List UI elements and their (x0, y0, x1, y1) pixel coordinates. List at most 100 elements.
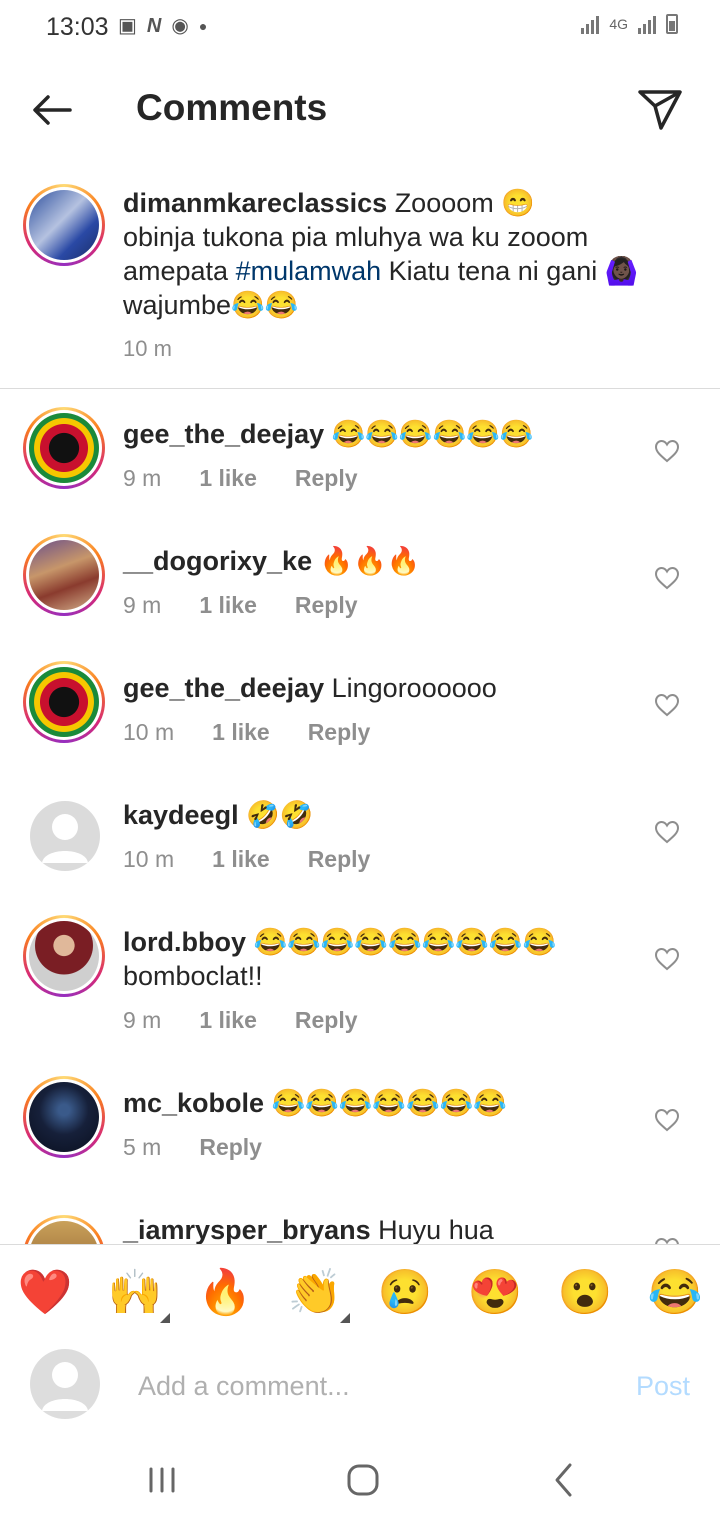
avatar[interactable] (29, 540, 99, 610)
like-count[interactable]: 1 like (199, 592, 257, 619)
comment-meta: 5 m Reply (123, 1134, 262, 1161)
heart-icon[interactable] (654, 566, 680, 590)
system-icons: 4G (581, 14, 678, 34)
comment-username[interactable]: lord.bboy (123, 927, 246, 957)
home-icon[interactable] (338, 1455, 388, 1505)
comment-avatar-ring (23, 534, 105, 616)
comment-avatar-ring (23, 915, 105, 997)
comment-item: __dogorixy_ke 🔥🔥🔥 9 m 1 like Reply (0, 534, 720, 634)
comment-input[interactable] (136, 1365, 600, 1407)
like-count[interactable]: 1 like (212, 719, 270, 746)
comment-meta: 9 m 1 like Reply (123, 1007, 358, 1034)
comment-meta: 9 m 1 like Reply (123, 592, 358, 619)
crying-emoji-button[interactable]: 😢 (377, 1265, 433, 1321)
heart-icon[interactable] (654, 947, 680, 971)
comment-item: gee_the_deejay Lingoroooooo 10 m 1 like … (0, 661, 720, 761)
comment-time: 10 m (123, 846, 175, 872)
comment-body: 🔥🔥🔥 (312, 546, 421, 576)
avatar[interactable] (29, 1082, 99, 1152)
heart-emoji-button[interactable]: ❤️ (17, 1265, 73, 1321)
avatar[interactable] (30, 801, 100, 871)
comment-time: 9 m (123, 465, 162, 491)
status-time: 13:03 (46, 13, 109, 41)
comment-composer: Post (0, 1335, 720, 1435)
comment-username[interactable]: gee_the_deejay (123, 673, 324, 703)
post-caption: dimanmkareclassics Zoooom 😁 obinja tukon… (0, 178, 720, 389)
heart-icon[interactable] (654, 820, 680, 844)
netflix-icon: N (146, 15, 162, 37)
skin-tone-indicator-icon (160, 1313, 170, 1323)
top-bar: Comments (0, 70, 720, 150)
reply-button[interactable]: Reply (295, 465, 358, 492)
comment-body: Lingoroooooo (324, 673, 497, 703)
laughing-emoji-button[interactable]: 😂 (647, 1265, 703, 1321)
like-count[interactable]: 1 like (212, 846, 270, 873)
avatar[interactable] (29, 190, 99, 260)
clapping-emoji-button[interactable]: 👏 (287, 1265, 343, 1321)
comment-body: 😂😂😂😂😂😂😂 (264, 1088, 507, 1118)
dot-icon: ● (198, 18, 208, 34)
avatar[interactable] (29, 667, 99, 737)
comment-text: gee_the_deejay 😂😂😂😂😂😂 (123, 417, 643, 451)
comment-text: lord.bboy 😂😂😂😂😂😂😂😂😂 bomboclat!! (123, 925, 643, 993)
caption-time: 10 m (123, 336, 172, 361)
comment-avatar-ring (23, 1076, 105, 1158)
heart-icon[interactable] (654, 693, 680, 717)
reply-button[interactable]: Reply (308, 846, 371, 873)
comment-meta: 9 m 1 like Reply (123, 465, 358, 492)
signal-icon-2 (638, 14, 656, 34)
comment-avatar-ring (23, 1215, 105, 1244)
back-nav-icon[interactable] (540, 1455, 590, 1505)
surprised-emoji-button[interactable]: 😮 (557, 1265, 613, 1321)
comment-avatar-ring (23, 407, 105, 489)
comment-item: gee_the_deejay 😂😂😂😂😂😂 9 m 1 like Reply (0, 407, 720, 507)
comment-text: gee_the_deejay Lingoroooooo (123, 671, 643, 705)
comment-item: _iamrysper_bryans Huyu hua (0, 1203, 720, 1244)
comment-username[interactable]: gee_the_deejay (123, 419, 324, 449)
recent-apps-icon[interactable] (137, 1455, 187, 1505)
comment-item: kaydeegl 🤣🤣 10 m 1 like Reply (0, 788, 720, 888)
comment-body: 🤣🤣 (238, 800, 314, 830)
avatar[interactable] (29, 413, 99, 483)
system-nav-bar (0, 1435, 720, 1520)
fire-emoji-button[interactable]: 🔥 (197, 1265, 253, 1321)
like-count[interactable]: 1 like (199, 465, 257, 492)
caption-avatar-ring (23, 184, 105, 266)
post-button[interactable]: Post (636, 1371, 690, 1402)
signal-icon (581, 14, 600, 34)
comment-time: 9 m (123, 1007, 162, 1033)
caption-hashtag[interactable]: #mulamwah (236, 256, 382, 286)
comment-body: 😂😂😂😂😂😂 (324, 419, 534, 449)
comment-meta: 10 m 1 like Reply (123, 846, 370, 873)
comment-username[interactable]: kaydeegl (123, 800, 239, 830)
avatar[interactable] (29, 1221, 99, 1244)
comment-text: __dogorixy_ke 🔥🔥🔥 (123, 544, 643, 578)
comment-item: lord.bboy 😂😂😂😂😂😂😂😂😂 bomboclat!! 9 m 1 li… (0, 915, 720, 1045)
skin-tone-indicator-icon (340, 1313, 350, 1323)
reply-button[interactable]: Reply (199, 1134, 262, 1161)
comment-username[interactable]: __dogorixy_ke (123, 546, 312, 576)
heart-icon[interactable] (654, 439, 680, 463)
avatar[interactable] (29, 921, 99, 991)
comment-body: Huyu hua (370, 1215, 494, 1244)
heart-icon[interactable] (654, 1237, 680, 1244)
caption-username[interactable]: dimanmkareclassics (123, 188, 387, 218)
status-bar: 13:03 ▣ N ◉ ● 4G (0, 0, 720, 56)
heart-icon[interactable] (654, 1108, 680, 1132)
comment-text: mc_kobole 😂😂😂😂😂😂😂 (123, 1086, 643, 1120)
reply-button[interactable]: Reply (295, 592, 358, 619)
comment-username[interactable]: mc_kobole (123, 1088, 264, 1118)
comment-item: mc_kobole 😂😂😂😂😂😂😂 5 m Reply (0, 1076, 720, 1176)
raising-hands-emoji-button[interactable]: 🙌 (107, 1265, 163, 1321)
direct-message-icon[interactable] (636, 86, 684, 134)
like-count[interactable]: 1 like (199, 1007, 257, 1034)
reply-button[interactable]: Reply (295, 1007, 358, 1034)
notification-icons: ▣ N ◉ ● (118, 14, 207, 38)
caption-text-1: Zoooom 😁 (387, 188, 535, 218)
back-arrow-icon[interactable] (28, 86, 76, 134)
avatar (30, 1349, 100, 1419)
reply-button[interactable]: Reply (308, 719, 371, 746)
quick-reactions-bar: ❤️ 🙌 🔥 👏 😢 😍 😮 😂 (0, 1244, 720, 1336)
comment-username[interactable]: _iamrysper_bryans (123, 1215, 371, 1244)
heart-eyes-emoji-button[interactable]: 😍 (467, 1265, 523, 1321)
